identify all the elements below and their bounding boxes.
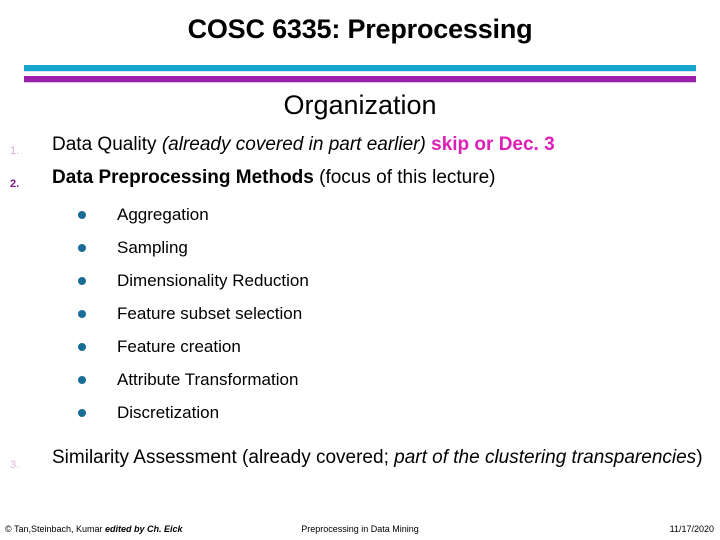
list-item-1: 1. Data Quality (already covered in part… — [0, 130, 720, 159]
list-item: Feature subset selection — [0, 297, 720, 330]
sub-item-label: Dimensionality Reduction — [117, 271, 309, 290]
list-item-2-text: Data Preprocessing Methods (focus of thi… — [52, 167, 495, 188]
list-item: Attribute Transformation — [0, 363, 720, 396]
list-item: Aggregation — [0, 198, 720, 231]
list-item-1-accent-note: skip or Dec. 3 — [431, 134, 555, 155]
bullet-dot-icon — [78, 376, 86, 384]
bullet-dot-icon — [78, 409, 86, 417]
slide-canvas: COSC 6335: Preprocessing Organization 1.… — [0, 0, 720, 540]
list-item-3-part-1: part of the clustering transparencies — [394, 447, 697, 468]
list-item-2-number: 2. — [10, 178, 20, 190]
footer-subject: Preprocessing in Data Mining — [301, 524, 419, 534]
list-item: Discretization — [0, 396, 720, 429]
list-item-3-number: 3. — [10, 459, 20, 471]
footer-date: 11/17/2020 — [669, 524, 714, 534]
sub-item-label: Discretization — [117, 403, 220, 422]
sub-item-label: Attribute Transformation — [117, 370, 299, 389]
page-title: COSC 6335: Preprocessing — [187, 14, 533, 44]
list-item-1-number: 1. — [10, 145, 20, 157]
section-heading: Organization — [283, 90, 437, 120]
list-item: Sampling — [0, 231, 720, 264]
slide-body: 1. Data Quality (already covered in part… — [0, 130, 720, 477]
divider-bar-purple — [24, 76, 696, 83]
list-item-2: 2. Data Preprocessing Methods (focus of … — [0, 163, 720, 192]
list-item: Feature creation — [0, 330, 720, 363]
sub-item-label: Aggregation — [117, 205, 209, 224]
list-item-1-part-1: (already covered in part earlier) — [161, 134, 426, 155]
bullet-dot-icon — [78, 277, 86, 285]
list-item-1-text: Data Quality (already covered in part ea… — [52, 134, 555, 155]
bullet-dot-icon — [78, 343, 86, 351]
slide-footer: © Tan,Steinbach, Kumar edited by Ch. Eic… — [0, 524, 720, 538]
list-item-3-part-2: ) — [696, 447, 703, 468]
list-item-3-part-0: Similarity Assessment (already covered; — [52, 447, 395, 468]
sub-item-label: Feature subset selection — [117, 304, 303, 323]
list-item-3-text: Similarity Assessment (already covered; … — [52, 447, 703, 468]
sub-bullet-list: Aggregation Sampling Dimensionality Redu… — [0, 198, 720, 429]
bullet-dot-icon — [78, 310, 86, 318]
bullet-dot-icon — [78, 211, 86, 219]
divider-bar-cyan — [24, 65, 696, 72]
bullet-dot-icon — [78, 244, 86, 252]
sub-item-label: Feature creation — [117, 337, 241, 356]
sub-item-label: Sampling — [117, 238, 188, 257]
list-item-2-part-0: Data Preprocessing Methods — [52, 167, 314, 188]
list-item-1-part-0: Data Quality — [52, 134, 162, 155]
list-item-2-part-1: (focus of this lecture) — [313, 167, 496, 188]
list-item-3: 3. Similarity Assessment (already covere… — [0, 443, 720, 473]
list-item: Dimensionality Reduction — [0, 264, 720, 297]
